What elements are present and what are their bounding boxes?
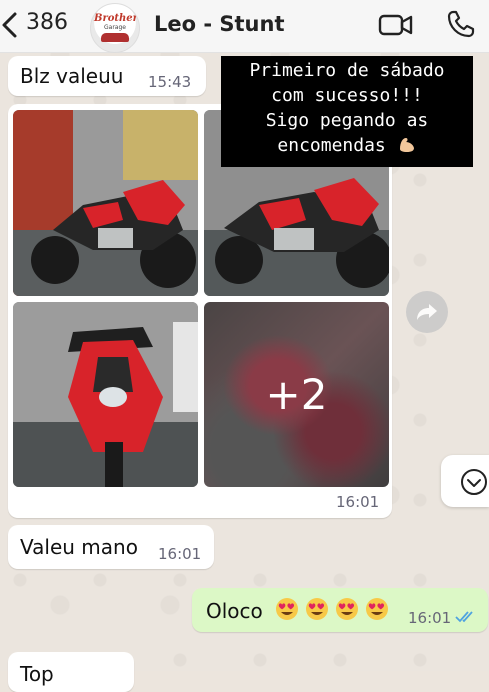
heart-eyes-emoji-icon <box>366 598 389 620</box>
avatar-brand-logo: Brother <box>94 13 138 24</box>
avatar-brand-sub: Garage <box>104 24 126 31</box>
avatar-car-graphic <box>101 33 129 42</box>
message-text: Valeu mano <box>20 535 138 559</box>
video-call-icon[interactable] <box>378 10 414 40</box>
motorcycle-photo-3-image <box>13 302 198 487</box>
story-caption-overlay: Primeiro de sábado com sucesso!!! Sigo p… <box>221 56 473 167</box>
flexed-biceps-icon <box>399 138 414 152</box>
forward-button[interactable] <box>406 291 448 333</box>
read-receipt-ticks-icon <box>455 611 473 623</box>
scroll-to-bottom-button[interactable] <box>441 455 489 507</box>
motorcycle-photo-1-image <box>13 110 198 296</box>
message-bubble-incoming[interactable]: Valeu mano 16:01 <box>8 525 214 569</box>
message-text-with-emoji: Oloco <box>206 597 389 623</box>
story-caption-line: Primeiro de sábado <box>249 60 445 81</box>
message-time: 16:01 <box>158 545 202 563</box>
message-text: Top <box>20 662 54 686</box>
message-time: 16:01 <box>336 493 380 511</box>
message-time: 15:43 <box>148 73 192 91</box>
contact-name[interactable]: Leo - Stunt <box>154 12 285 36</box>
chevron-down-circle-icon <box>461 469 487 495</box>
story-caption-line: Sigo pegando as <box>265 110 429 131</box>
message-bubble-outgoing[interactable]: Oloco 16:01 <box>192 588 488 632</box>
story-caption-line-with-emoji: encomendas <box>221 133 473 158</box>
message-time: 16:01 <box>408 609 452 627</box>
album-photo-1[interactable] <box>13 110 198 296</box>
message-text: Oloco <box>206 599 263 623</box>
album-more-photos-tile[interactable]: +2 <box>204 302 389 487</box>
message-bubble-incoming[interactable]: Blz valeuu 15:43 <box>8 56 206 96</box>
heart-eyes-emoji-icon <box>336 598 359 620</box>
message-text: Blz valeuu <box>20 64 124 88</box>
forward-arrow-icon <box>417 304 437 320</box>
heart-eyes-emoji-icon <box>276 598 299 620</box>
contact-avatar[interactable]: Brother Garage <box>90 3 140 53</box>
chat-header: 386 Brother Garage Leo - Stunt <box>0 0 489 53</box>
back-arrow-icon[interactable] <box>0 8 20 42</box>
heart-eyes-emoji-row <box>269 598 389 623</box>
heart-eyes-emoji-icon <box>306 598 329 620</box>
album-photo-3[interactable] <box>13 302 198 487</box>
phone-call-icon[interactable] <box>446 9 476 39</box>
message-bubble-incoming[interactable]: Top <box>8 652 134 692</box>
story-caption-line: encomendas <box>277 135 386 156</box>
unread-count[interactable]: 386 <box>26 10 68 35</box>
story-caption-line: com sucesso!!! <box>271 85 423 106</box>
album-extra-count: +2 <box>265 370 328 419</box>
